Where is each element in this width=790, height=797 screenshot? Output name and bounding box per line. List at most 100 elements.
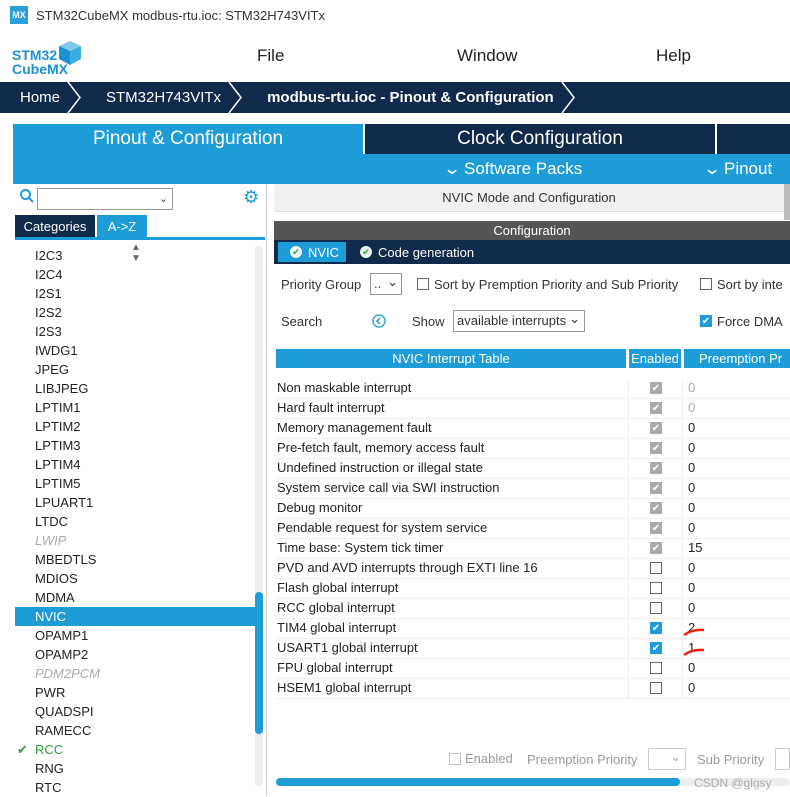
breadcrumb-home[interactable]: Home xyxy=(0,82,86,113)
table-row[interactable]: Pre-fetch fault, memory access fault ✔ 0 xyxy=(276,439,790,459)
horizontal-scrollbar-thumb[interactable] xyxy=(276,778,680,786)
preemption-priority-value[interactable]: 0 xyxy=(688,420,695,435)
category-item-ramecc[interactable]: RAMECC xyxy=(15,721,255,740)
category-item-i2c3[interactable]: I2C3 xyxy=(15,246,255,265)
category-item-pdm2pcm[interactable]: PDM2PCM xyxy=(15,664,255,683)
table-row[interactable]: TIM4 global interrupt ✔ 2 xyxy=(276,619,790,639)
preemption-priority-value[interactable]: 0 xyxy=(688,660,695,675)
category-item-rng[interactable]: RNG xyxy=(15,759,255,778)
table-row[interactable]: Time base: System tick timer ✔ 15 xyxy=(276,539,790,559)
bottom-preemption-select[interactable]: ⌄ xyxy=(648,748,686,770)
category-item-jpeg[interactable]: JPEG xyxy=(15,360,255,379)
tab-clock-configuration[interactable]: Clock Configuration xyxy=(365,124,715,154)
preemption-priority-value[interactable]: 0 xyxy=(688,680,695,695)
category-item-i2s3[interactable]: I2S3 xyxy=(15,322,255,341)
preemption-priority-value[interactable]: 0 xyxy=(688,600,695,615)
breadcrumb-mcu[interactable]: STM32H743VITx xyxy=(86,82,247,113)
category-item-i2s2[interactable]: I2S2 xyxy=(15,303,255,322)
category-item-iwdg1[interactable]: IWDG1 xyxy=(15,341,255,360)
category-item-nvic[interactable]: NVIC xyxy=(15,607,255,626)
search-icon[interactable] xyxy=(19,188,35,204)
tab-extra[interactable] xyxy=(717,124,790,154)
menu-window[interactable]: Window xyxy=(457,46,517,66)
table-row[interactable]: USART1 global interrupt ✔ 1 xyxy=(276,639,790,659)
preemption-priority-value[interactable]: 0 xyxy=(688,460,695,475)
enabled-checkbox[interactable] xyxy=(650,662,662,674)
category-item-rtc[interactable]: RTC xyxy=(15,778,255,797)
preemption-priority-value[interactable]: 0 xyxy=(688,520,695,535)
preemption-priority-value[interactable]: 15 xyxy=(688,540,702,555)
category-item-i2s1[interactable]: I2S1 xyxy=(15,284,255,303)
menu-file[interactable]: File xyxy=(257,46,284,66)
preemption-priority-value[interactable]: 0 xyxy=(688,580,695,595)
gear-icon[interactable]: ⚙ xyxy=(243,188,261,206)
category-item-mdios[interactable]: MDIOS xyxy=(15,569,255,588)
table-row[interactable]: Undefined instruction or illegal state ✔ 0 xyxy=(276,459,790,479)
menu-help[interactable]: Help xyxy=(656,46,691,66)
category-item-i2c4[interactable]: I2C4 xyxy=(15,265,255,284)
table-row[interactable]: System service call via SWI instruction ✔… xyxy=(276,479,790,499)
scrollbar-thumb[interactable] xyxy=(255,592,263,734)
force-dma-checkbox[interactable]: ✔ xyxy=(700,315,712,327)
category-item-lptim1[interactable]: LPTIM1 xyxy=(15,398,255,417)
category-item-mdma[interactable]: MDMA xyxy=(15,588,255,607)
breadcrumb-project[interactable]: modbus-rtu.ioc - Pinout & Configuration xyxy=(247,82,580,113)
enabled-checkbox[interactable]: ✔ xyxy=(650,642,662,654)
category-item-lptim2[interactable]: LPTIM2 xyxy=(15,417,255,436)
chevron-down-icon[interactable]: ⌄ xyxy=(159,192,168,205)
col-preemption-priority[interactable]: Preemption Pr xyxy=(684,349,790,368)
category-item-rcc[interactable]: ✔ RCC xyxy=(15,740,255,759)
enabled-checkbox[interactable] xyxy=(650,562,662,574)
tab-nvic[interactable]: ✔ NVIC xyxy=(278,242,346,262)
category-item-quadspi[interactable]: QUADSPI xyxy=(15,702,255,721)
software-packs-menu[interactable]: ⌄ Software Packs xyxy=(443,159,582,179)
tab-pinout-configuration[interactable]: Pinout & Configuration xyxy=(13,124,363,154)
enabled-checkbox[interactable] xyxy=(650,602,662,614)
preemption-priority-value[interactable]: 0 xyxy=(688,560,695,575)
search-back-icon[interactable] xyxy=(372,314,386,328)
category-item-lwip[interactable]: LWIP xyxy=(15,531,255,550)
enabled-checkbox[interactable] xyxy=(650,682,662,694)
category-item-lpuart1[interactable]: LPUART1 xyxy=(15,493,255,512)
table-row[interactable]: Debug monitor ✔ 0 xyxy=(276,499,790,519)
category-item-opamp2[interactable]: OPAMP2 xyxy=(15,645,255,664)
search-input[interactable]: ⌄ xyxy=(37,188,173,210)
category-item-opamp1[interactable]: OPAMP1 xyxy=(15,626,255,645)
priority-group-select[interactable]: .. ⌄ xyxy=(370,273,402,295)
category-item-lptim4[interactable]: LPTIM4 xyxy=(15,455,255,474)
table-row[interactable]: HSEM1 global interrupt 0 xyxy=(276,679,790,699)
bottom-sub-priority-select[interactable] xyxy=(775,748,790,770)
category-item-mbedtls[interactable]: MBEDTLS xyxy=(15,550,255,569)
preemption-priority-value[interactable]: 0 xyxy=(688,500,695,515)
category-item-lptim5[interactable]: LPTIM5 xyxy=(15,474,255,493)
category-item-pwr[interactable]: PWR xyxy=(15,683,255,702)
table-row[interactable]: PVD and AVD interrupts through EXTI line… xyxy=(276,559,790,579)
tab-code-generation[interactable]: ✔ Code generation xyxy=(350,242,480,262)
enabled-checkbox[interactable] xyxy=(650,582,662,594)
col-enabled[interactable]: Enabled xyxy=(629,349,681,368)
table-row[interactable]: RCC global interrupt 0 xyxy=(276,599,790,619)
col-nvic-interrupt-table[interactable]: NVIC Interrupt Table xyxy=(276,349,626,368)
tab-categories[interactable]: Categories xyxy=(15,215,95,237)
preemption-priority-value[interactable]: 0 xyxy=(688,380,695,395)
category-item-libjpeg[interactable]: LIBJPEG xyxy=(15,379,255,398)
preemption-priority-value[interactable]: 0 xyxy=(688,480,695,495)
category-item-ltdc[interactable]: LTDC xyxy=(15,512,255,531)
sort-inte-checkbox[interactable] xyxy=(700,278,712,290)
table-row[interactable]: Hard fault interrupt ✔ 0 xyxy=(276,399,790,419)
preemption-priority-value[interactable]: 0 xyxy=(688,440,695,455)
enabled-checkbox[interactable]: ✔ xyxy=(650,622,662,634)
table-row[interactable]: Non maskable interrupt ✔ 0 xyxy=(276,379,790,399)
pinout-menu[interactable]: ⌄ Pinout xyxy=(703,159,772,179)
table-row[interactable]: Flash global interrupt 0 xyxy=(276,579,790,599)
show-select[interactable]: available interrupts ⌄ xyxy=(453,310,585,332)
bottom-enabled-checkbox[interactable] xyxy=(449,753,461,765)
preemption-priority-value[interactable]: 0 xyxy=(688,400,695,415)
table-row[interactable]: Pendable request for system service ✔ 0 xyxy=(276,519,790,539)
table-row[interactable]: FPU global interrupt 0 xyxy=(276,659,790,679)
tab-a-to-z[interactable]: A->Z xyxy=(97,215,147,237)
sort-premption-checkbox[interactable] xyxy=(417,278,429,290)
vertical-scrollbar[interactable] xyxy=(784,184,790,220)
table-row[interactable]: Memory management fault ✔ 0 xyxy=(276,419,790,439)
category-item-lptim3[interactable]: LPTIM3 xyxy=(15,436,255,455)
